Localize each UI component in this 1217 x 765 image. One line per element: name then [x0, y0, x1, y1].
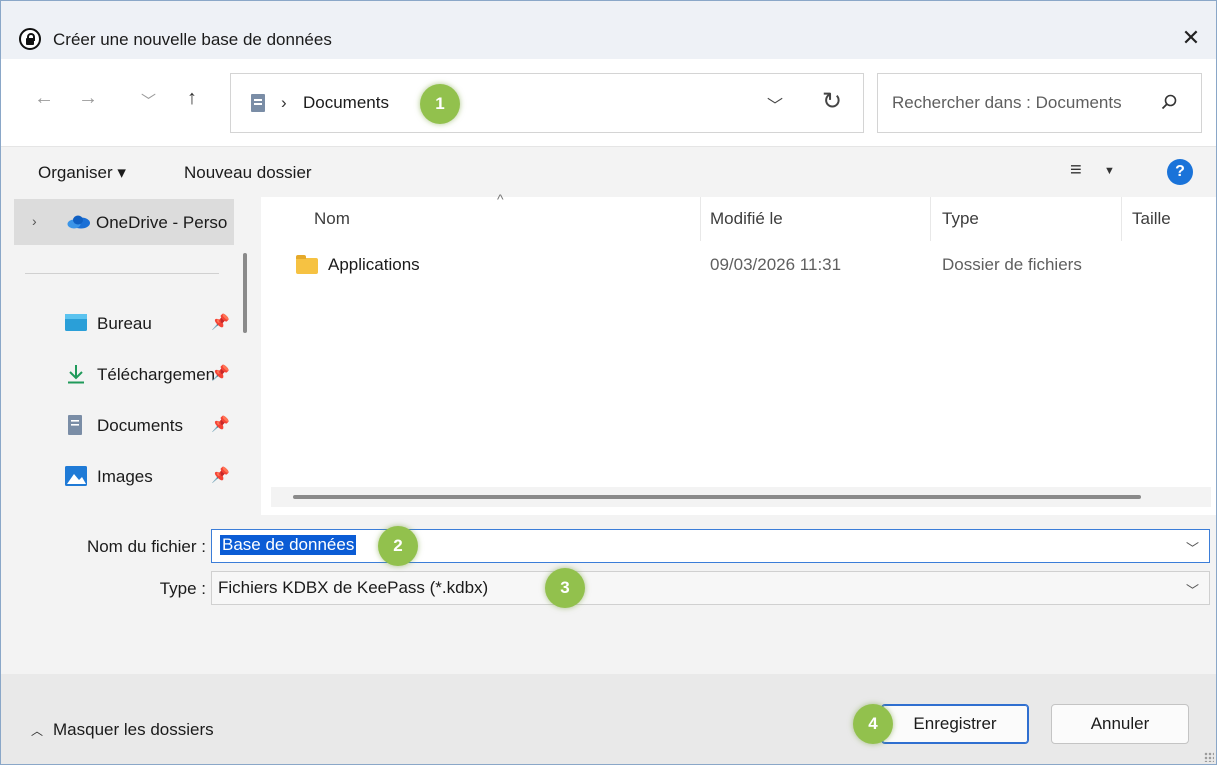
file-modified: 09/03/2026 11:31 [710, 255, 842, 274]
type-select[interactable]: Fichiers KDBX de KeePass (*.kdbx) ﹀ [211, 571, 1210, 605]
sidebar-item-label: OneDrive - Perso [96, 213, 228, 232]
arrow-right-icon[interactable]: → [78, 87, 98, 110]
address-bar[interactable]: › Documents ﹀ ↻ [230, 73, 864, 133]
search-input[interactable] [892, 93, 1157, 113]
view-dropdown-icon[interactable]: ▼ [1104, 165, 1115, 177]
scrollbar-thumb[interactable] [293, 495, 1141, 499]
sidebar-scrollbar[interactable] [243, 253, 247, 333]
sidebar-item-downloads[interactable]: Téléchargements 📌 [65, 360, 235, 392]
pin-icon[interactable]: 📌 [211, 364, 230, 382]
pin-icon[interactable]: 📌 [211, 313, 230, 331]
arrow-up-icon[interactable]: ↑ [187, 87, 197, 110]
sort-ascending-icon: ^ [497, 191, 504, 207]
sidebar-item-documents[interactable]: Documents 📌 [65, 411, 235, 443]
save-button[interactable]: Enregistrer [881, 704, 1029, 744]
file-name: Applications [328, 255, 420, 274]
filename-label: Nom du fichier : [86, 537, 206, 556]
chevron-down-icon[interactable]: ﹀ [1186, 538, 1199, 557]
navigation-pane: › OneDrive - Perso Bureau 📌 Téléchargeme… [1, 197, 261, 517]
sidebar-item-images[interactable]: Images 📌 [65, 462, 235, 494]
hide-folders-label: Masquer les dossiers [53, 720, 214, 739]
sidebar-item-label: Documents [97, 416, 183, 435]
column-header-name[interactable]: Nom [314, 209, 350, 229]
sidebar-item-label: Bureau [97, 314, 152, 333]
breadcrumb-documents[interactable]: Documents [303, 93, 389, 113]
title-bar: Créer une nouvelle base de données ✕ [1, 1, 1216, 59]
search-box[interactable] [877, 73, 1202, 133]
column-divider[interactable] [1121, 197, 1122, 241]
keepass-lock-icon [19, 28, 41, 50]
document-icon [68, 415, 82, 435]
column-divider[interactable] [930, 197, 931, 241]
horizontal-scrollbar[interactable] [271, 487, 1211, 507]
hide-folders-button[interactable]: ︿ Masquer les dossiers [31, 720, 214, 740]
sidebar-item-onedrive[interactable]: › OneDrive - Perso [14, 199, 234, 245]
type-label: Type : [159, 579, 206, 598]
document-icon [251, 94, 265, 112]
desktop-icon [65, 314, 87, 331]
sidebar-item-label: Images [97, 467, 153, 486]
pin-icon[interactable]: 📌 [211, 415, 230, 433]
chevron-down-icon[interactable]: ﹀ [141, 90, 156, 111]
column-header-modified[interactable]: Modifié le [710, 209, 783, 229]
resize-grip-icon[interactable] [1204, 752, 1214, 762]
close-icon[interactable]: ✕ [1178, 25, 1204, 51]
images-icon [65, 466, 87, 486]
column-header-type[interactable]: Type [942, 209, 979, 229]
cloud-icon [67, 215, 90, 229]
sidebar-item-bureau[interactable]: Bureau 📌 [65, 309, 235, 341]
filename-field[interactable]: Base de données ﹀ [211, 529, 1210, 563]
type-selected-value: Fichiers KDBX de KeePass (*.kdbx) [218, 578, 489, 597]
file-list: Nom ^ Modifié le Type Taille Application… [261, 191, 1216, 515]
column-divider[interactable] [700, 197, 701, 241]
window-title: Créer une nouvelle base de données [53, 30, 332, 49]
sidebar-item-label: Téléchargements [97, 365, 215, 384]
table-row[interactable]: Applications 09/03/2026 11:31 Dossier de… [261, 253, 1216, 287]
new-folder-button[interactable]: Nouveau dossier [184, 163, 312, 183]
file-type: Dossier de fichiers [942, 255, 1082, 274]
view-options-icon[interactable]: ≡ [1070, 159, 1082, 182]
chevron-down-icon[interactable]: ﹀ [1186, 580, 1199, 599]
download-icon [68, 365, 84, 384]
annotation-badge-1: 1 [420, 84, 460, 124]
annotation-badge-2: 2 [378, 526, 418, 566]
help-icon[interactable]: ? [1167, 159, 1193, 185]
pin-icon[interactable]: 📌 [211, 466, 230, 484]
folder-icon [296, 255, 318, 274]
search-icon[interactable] [1161, 94, 1177, 110]
chevron-up-icon: ︿ [31, 724, 44, 738]
save-dialog: Créer une nouvelle base de données ✕ ← →… [0, 0, 1217, 765]
save-form: Nom du fichier : Base de données ﹀ Type … [1, 517, 1216, 674]
breadcrumb-separator: › [281, 93, 287, 112]
dialog-footer: ︿ Masquer les dossiers Enregistrer Annule… [1, 674, 1216, 764]
cancel-button[interactable]: Annuler [1051, 704, 1189, 744]
chevron-right-icon[interactable]: › [32, 213, 37, 229]
column-header-size[interactable]: Taille [1132, 209, 1171, 229]
organise-button[interactable]: Organiser ▾ [38, 163, 126, 183]
command-bar: Organiser ▾ Nouveau dossier ≡ ▼ ? [1, 147, 1216, 197]
address-dropdown-icon[interactable]: ﹀ [767, 92, 783, 116]
arrow-left-icon[interactable]: ← [34, 87, 54, 110]
annotation-badge-3: 3 [545, 568, 585, 608]
sidebar-divider [25, 273, 219, 274]
filename-selected-text[interactable]: Base de données [220, 535, 357, 555]
refresh-icon[interactable]: ↻ [822, 87, 842, 116]
annotation-badge-4: 4 [853, 704, 893, 744]
